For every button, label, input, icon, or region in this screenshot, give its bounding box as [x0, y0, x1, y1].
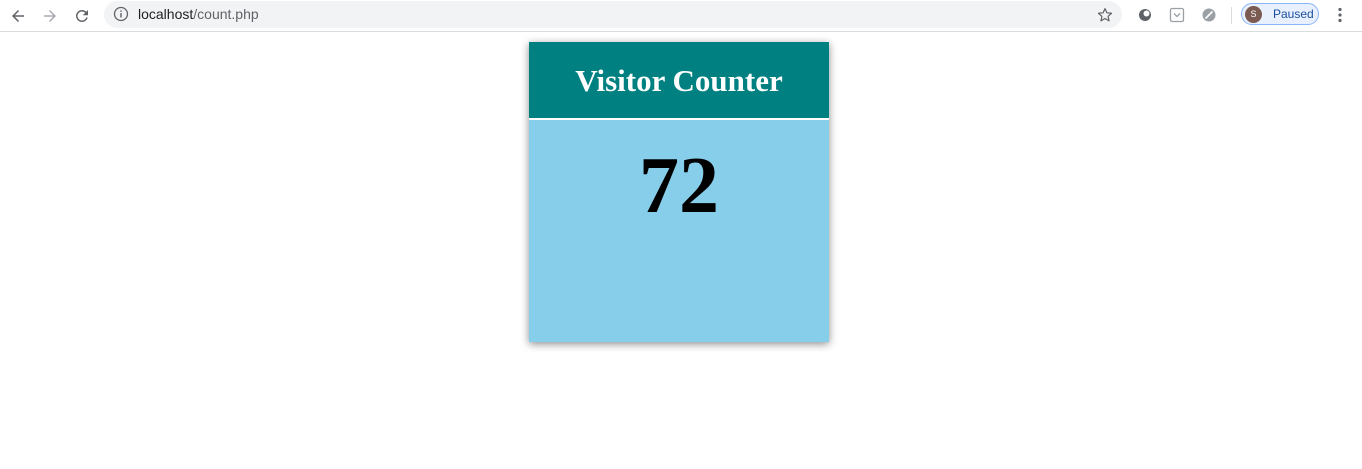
url-text[interactable]: localhost/count.php	[138, 6, 259, 23]
extension-circle-icon[interactable]	[1136, 6, 1154, 24]
kebab-menu-icon[interactable]	[1331, 6, 1349, 24]
address-bar[interactable]: localhost/count.php	[104, 1, 1122, 28]
counter-body: 72	[529, 120, 829, 342]
url-host: localhost	[138, 6, 194, 22]
browser-toolbar: localhost/count.php S Paused	[0, 0, 1362, 32]
forward-arrow-icon	[44, 10, 56, 22]
forward-button[interactable]	[38, 4, 62, 28]
counter-header: Visitor Counter	[529, 42, 829, 120]
url-path: /count.php	[193, 6, 259, 22]
profile-status-label: Paused	[1273, 7, 1314, 21]
visitor-count: 72	[639, 142, 719, 230]
counter-title: Visitor Counter	[575, 63, 783, 98]
reload-icon	[75, 9, 88, 22]
reload-button[interactable]	[70, 4, 94, 28]
back-arrow-icon	[12, 10, 24, 22]
back-button[interactable]	[6, 4, 30, 28]
extension-block-icon[interactable]	[1200, 6, 1218, 24]
info-icon[interactable]	[113, 6, 129, 22]
visitor-counter-card: Visitor Counter 72	[529, 42, 829, 342]
avatar: S	[1245, 6, 1262, 23]
toolbar-separator	[1231, 7, 1232, 24]
extension-pocket-icon[interactable]	[1168, 6, 1186, 24]
star-icon[interactable]	[1096, 6, 1114, 24]
profile-button[interactable]: S Paused	[1241, 3, 1319, 25]
